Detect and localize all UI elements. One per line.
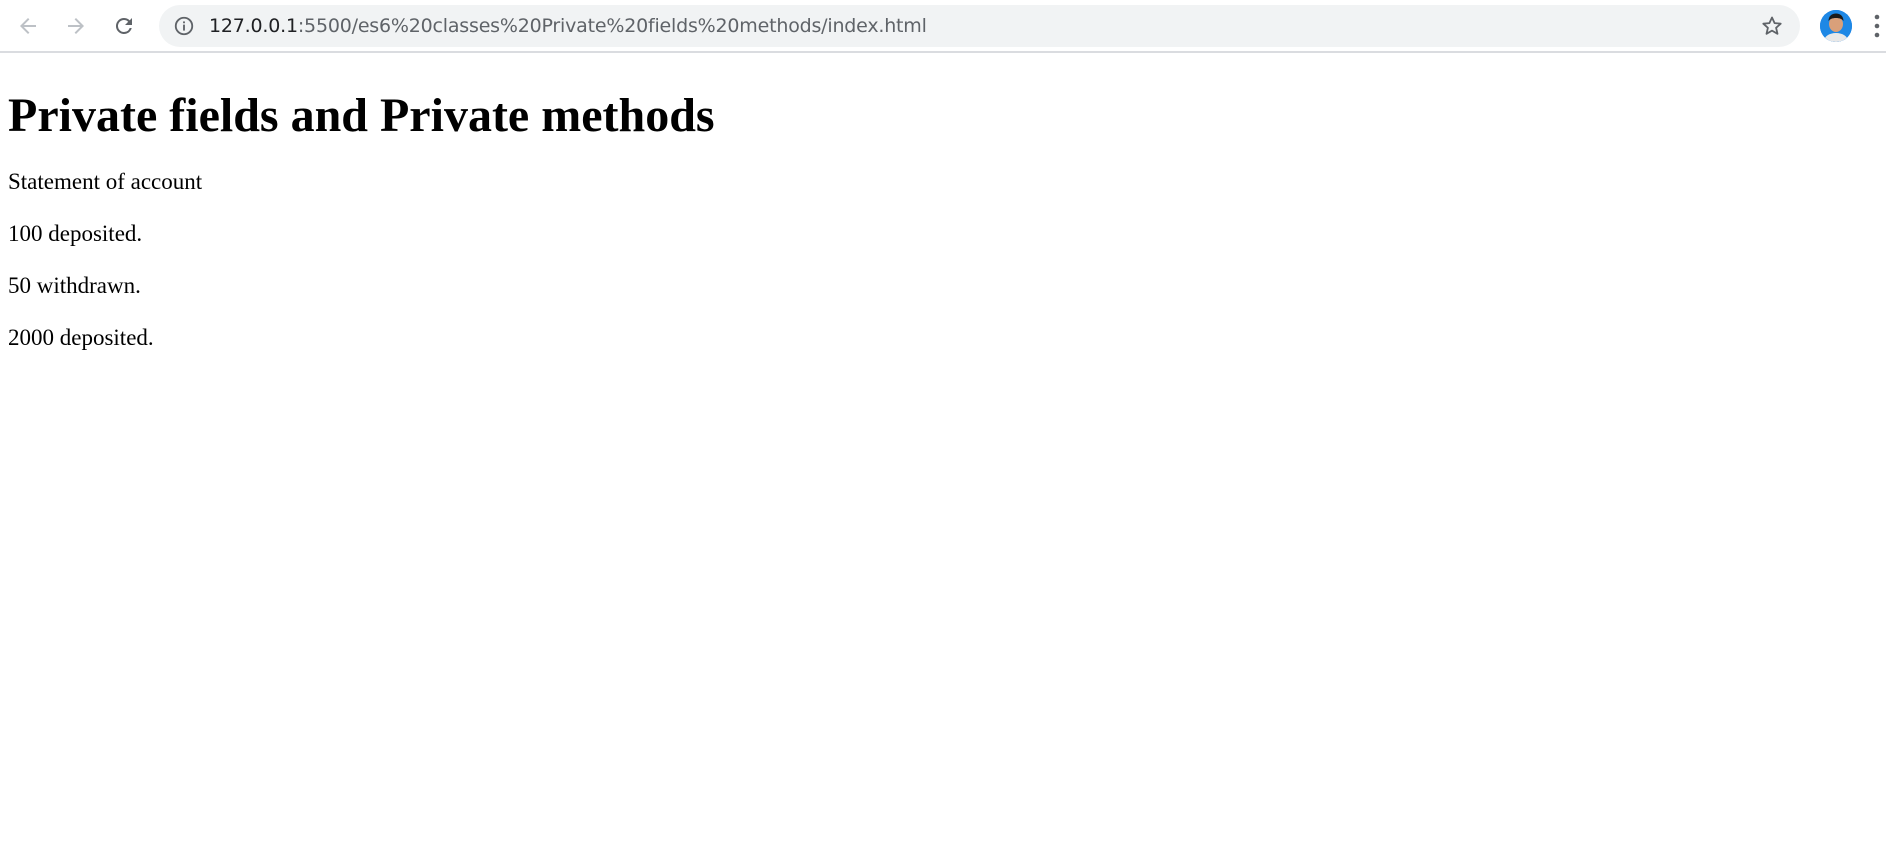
page-content: Private fields and Private methods State… bbox=[8, 53, 1878, 351]
profile-photo-icon bbox=[1820, 10, 1852, 42]
address-bar[interactable]: 127.0.0.1:5500/es6%20classes%20Private%2… bbox=[159, 5, 1800, 47]
kebab-menu-icon[interactable] bbox=[1872, 12, 1882, 40]
info-icon[interactable] bbox=[173, 15, 195, 37]
transaction-line: 100 deposited. bbox=[8, 221, 143, 246]
url-host: 127.0.0.1 bbox=[209, 15, 298, 37]
arrow-left-icon bbox=[20, 18, 36, 34]
forward-button[interactable] bbox=[58, 8, 94, 44]
reload-button[interactable] bbox=[106, 8, 142, 44]
back-button[interactable] bbox=[10, 8, 46, 44]
url-text[interactable]: 127.0.0.1:5500/es6%20classes%20Private%2… bbox=[209, 5, 927, 47]
transaction-line: 2000 deposited. bbox=[8, 325, 154, 350]
transaction-line: 50 withdrawn. bbox=[8, 273, 141, 298]
browser-toolbar: 127.0.0.1:5500/es6%20classes%20Private%2… bbox=[0, 0, 1886, 53]
star-icon[interactable] bbox=[1760, 14, 1784, 38]
statement-title: Statement of account bbox=[8, 169, 203, 194]
reload-icon bbox=[115, 17, 132, 34]
page-heading: Private fields and Private methods bbox=[8, 89, 715, 142]
avatar[interactable] bbox=[1820, 10, 1852, 42]
arrow-right-icon bbox=[68, 18, 84, 34]
url-path: :5500/es6%20classes%20Private%20fields%2… bbox=[297, 15, 927, 37]
